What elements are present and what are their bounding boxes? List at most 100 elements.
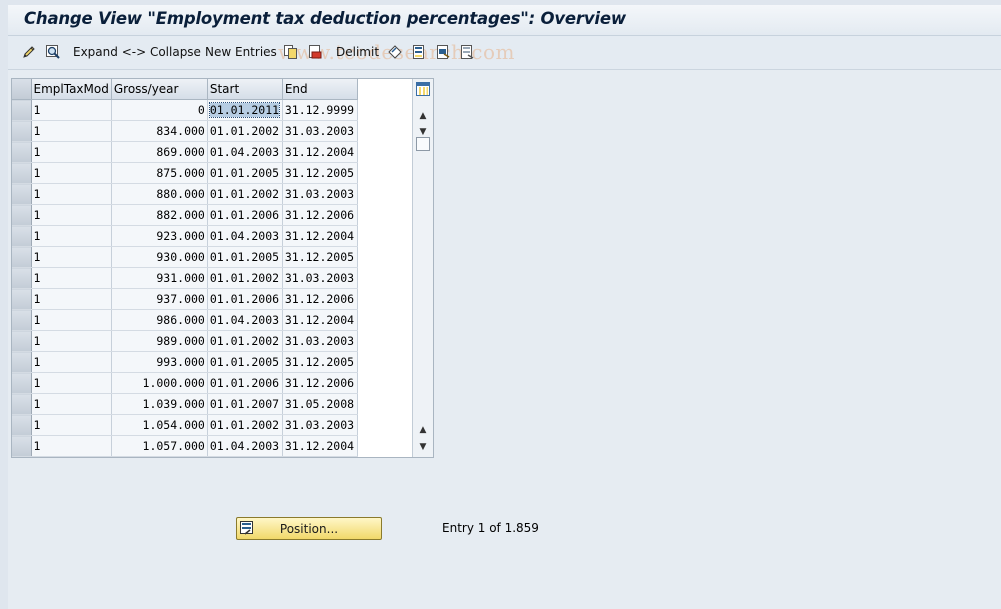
cell-end[interactable]: 31.12.2006 (282, 288, 358, 310)
cell-start[interactable]: 01.01.2007 (207, 393, 283, 415)
cell-start[interactable]: 01.04.2003 (207, 141, 283, 163)
vertical-scrollbar[interactable]: ▲ ▼ ▲ ▼ (412, 79, 433, 457)
cell-start[interactable]: 01.01.2006 (207, 288, 283, 310)
select-block-icon[interactable] (434, 43, 452, 61)
cell-gross-year[interactable]: 880.000 (111, 183, 208, 205)
cell-start[interactable]: 01.04.2003 (207, 435, 283, 457)
row-selector[interactable] (12, 141, 32, 163)
cell-empltaxmod[interactable]: 1 (31, 183, 112, 205)
table-row[interactable]: 1 875.000 01.01.2005 31.12.2005 (12, 162, 358, 184)
cell-empltaxmod[interactable]: 1 (31, 414, 112, 436)
row-selector[interactable] (12, 246, 32, 268)
row-selector[interactable] (12, 183, 32, 205)
column-header-gross-year[interactable]: Gross/year (111, 79, 208, 100)
cell-empltaxmod[interactable]: 1 (31, 204, 112, 226)
row-selector[interactable] (12, 288, 32, 310)
focused-cell-value[interactable]: 01.01.2011 (208, 102, 281, 118)
cell-empltaxmod[interactable]: 1 (31, 351, 112, 373)
cell-start[interactable]: 01.01.2011 (207, 99, 283, 121)
row-selector[interactable] (12, 435, 32, 457)
cell-empltaxmod[interactable]: 1 (31, 246, 112, 268)
page-up-icon[interactable]: ▲ (416, 423, 430, 437)
table-row[interactable]: 1 880.000 01.01.2002 31.03.2003 (12, 183, 358, 205)
expand-collapse-button[interactable]: Expand <-> Collapse (73, 43, 201, 61)
table-row[interactable]: 1 937.000 01.01.2006 31.12.2006 (12, 288, 358, 310)
position-button[interactable]: Position... (236, 517, 382, 540)
deselect-all-icon[interactable] (458, 43, 476, 61)
cell-end[interactable]: 31.12.2004 (282, 225, 358, 247)
cell-gross-year[interactable]: 1.039.000 (111, 393, 208, 415)
cell-start[interactable]: 01.01.2002 (207, 414, 283, 436)
cell-gross-year[interactable]: 1.000.000 (111, 372, 208, 394)
cell-start[interactable]: 01.01.2006 (207, 204, 283, 226)
row-selector[interactable] (12, 393, 32, 415)
cell-end[interactable]: 31.12.2005 (282, 162, 358, 184)
cell-gross-year[interactable]: 0 (111, 99, 208, 121)
cell-end[interactable]: 31.12.2004 (282, 309, 358, 331)
cell-end[interactable]: 31.12.2004 (282, 141, 358, 163)
copy-as-icon[interactable] (282, 43, 300, 61)
cell-gross-year[interactable]: 1.057.000 (111, 435, 208, 457)
cell-end[interactable]: 31.03.2003 (282, 330, 358, 352)
cell-gross-year[interactable]: 993.000 (111, 351, 208, 373)
cell-gross-year[interactable]: 875.000 (111, 162, 208, 184)
cell-end[interactable]: 31.12.2006 (282, 372, 358, 394)
cell-empltaxmod[interactable]: 1 (31, 288, 112, 310)
table-row[interactable]: 1 1.000.000 01.01.2006 31.12.2006 (12, 372, 358, 394)
cell-empltaxmod[interactable]: 1 (31, 372, 112, 394)
table-row[interactable]: 1 1.057.000 01.04.2003 31.12.2004 (12, 435, 358, 457)
cell-end[interactable]: 31.12.2005 (282, 246, 358, 268)
cell-start[interactable]: 01.01.2002 (207, 330, 283, 352)
cell-empltaxmod[interactable]: 1 (31, 309, 112, 331)
cell-gross-year[interactable]: 930.000 (111, 246, 208, 268)
cell-end[interactable]: 31.03.2003 (282, 267, 358, 289)
table-row[interactable]: 1 931.000 01.01.2002 31.03.2003 (12, 267, 358, 289)
cell-end[interactable]: 31.12.2005 (282, 351, 358, 373)
table-row[interactable]: 1 923.000 01.04.2003 31.12.2004 (12, 225, 358, 247)
row-selector[interactable] (12, 372, 32, 394)
other-view-icon[interactable] (44, 43, 62, 61)
undo-change-icon[interactable] (386, 43, 404, 61)
row-selector[interactable] (12, 204, 32, 226)
cell-gross-year[interactable]: 923.000 (111, 225, 208, 247)
cell-end[interactable]: 31.03.2003 (282, 120, 358, 142)
column-header-start[interactable]: Start (207, 79, 283, 100)
cell-start[interactable]: 01.01.2002 (207, 267, 283, 289)
cell-end[interactable]: 31.12.2004 (282, 435, 358, 457)
cell-start[interactable]: 01.01.2005 (207, 246, 283, 268)
cell-start[interactable]: 01.01.2005 (207, 162, 283, 184)
cell-start[interactable]: 01.01.2005 (207, 351, 283, 373)
table-row[interactable]: 1 1.039.000 01.01.2007 31.05.2008 (12, 393, 358, 415)
table-row[interactable]: 1 0 01.01.2011 31.12.9999 (12, 99, 358, 121)
table-row[interactable]: 1 993.000 01.01.2005 31.12.2005 (12, 351, 358, 373)
table-row[interactable]: 1 986.000 01.04.2003 31.12.2004 (12, 309, 358, 331)
cell-gross-year[interactable]: 931.000 (111, 267, 208, 289)
delimit-button[interactable]: Delimit (336, 43, 379, 61)
row-selector[interactable] (12, 99, 32, 121)
table-row[interactable]: 1 834.000 01.01.2002 31.03.2003 (12, 120, 358, 142)
row-selector[interactable] (12, 120, 32, 142)
cell-empltaxmod[interactable]: 1 (31, 267, 112, 289)
row-selector[interactable] (12, 162, 32, 184)
cell-start[interactable]: 01.04.2003 (207, 225, 283, 247)
cell-empltaxmod[interactable]: 1 (31, 225, 112, 247)
select-all-icon[interactable] (410, 43, 428, 61)
display-change-icon[interactable] (20, 43, 38, 61)
row-selector[interactable] (12, 309, 32, 331)
table-row[interactable]: 1 882.000 01.01.2006 31.12.2006 (12, 204, 358, 226)
cell-empltaxmod[interactable]: 1 (31, 330, 112, 352)
cell-gross-year[interactable]: 834.000 (111, 120, 208, 142)
row-selector[interactable] (12, 330, 32, 352)
cell-gross-year[interactable]: 1.054.000 (111, 414, 208, 436)
cell-start[interactable]: 01.04.2003 (207, 309, 283, 331)
cell-end[interactable]: 31.12.9999 (282, 99, 358, 121)
row-selector[interactable] (12, 351, 32, 373)
cell-gross-year[interactable]: 869.000 (111, 141, 208, 163)
column-header-end[interactable]: End (282, 79, 358, 100)
cell-empltaxmod[interactable]: 1 (31, 141, 112, 163)
column-header-empltaxmod[interactable]: EmplTaxMod (31, 79, 112, 100)
page-down-icon[interactable]: ▼ (416, 440, 430, 454)
cell-empltaxmod[interactable]: 1 (31, 435, 112, 457)
row-selector[interactable] (12, 414, 32, 436)
table-row[interactable]: 1 930.000 01.01.2005 31.12.2005 (12, 246, 358, 268)
